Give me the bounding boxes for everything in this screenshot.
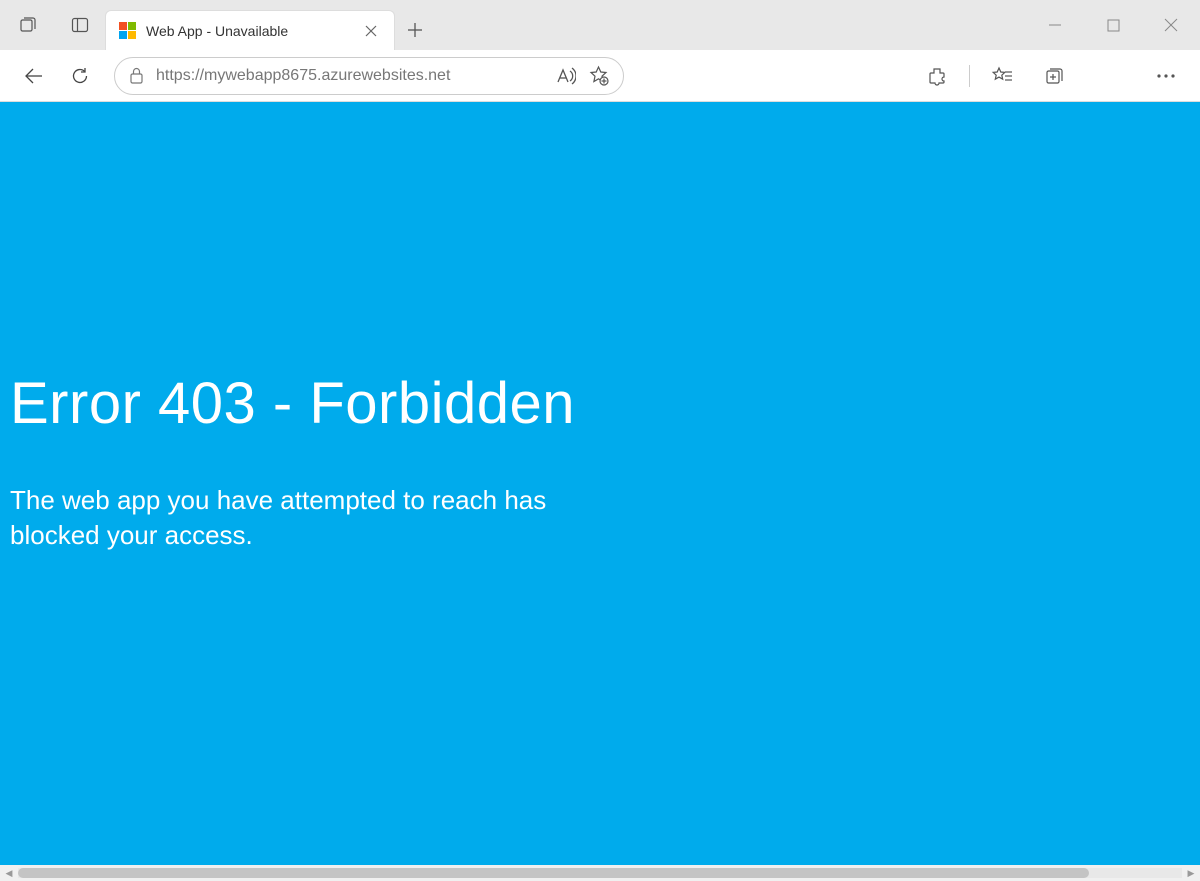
settings-menu-button[interactable]: [1146, 56, 1186, 96]
tab-close-button[interactable]: [360, 20, 382, 42]
window-controls: [1026, 0, 1200, 50]
maximize-icon: [1107, 19, 1120, 32]
toolbar-right: [917, 56, 1186, 96]
page-content: Error 403 - Forbidden The web app you ha…: [0, 102, 1200, 865]
tab-actions-button[interactable]: [0, 0, 55, 50]
minimize-button[interactable]: [1026, 0, 1084, 50]
favicon-microsoft-icon: [118, 22, 136, 40]
titlebar: Web App - Unavailable: [0, 0, 1200, 50]
refresh-button[interactable]: [60, 56, 100, 96]
collections-button[interactable]: [1034, 56, 1074, 96]
window-close-button[interactable]: [1142, 0, 1200, 50]
collections-icon: [1044, 66, 1064, 86]
toolbar: [0, 50, 1200, 102]
error-message: The web app you have attempted to reach …: [10, 483, 630, 553]
address-bar[interactable]: [114, 57, 624, 95]
new-tab-button[interactable]: [395, 10, 435, 50]
back-button[interactable]: [14, 56, 54, 96]
more-icon: [1156, 73, 1176, 79]
extensions-button[interactable]: [917, 56, 957, 96]
close-icon: [365, 25, 377, 37]
browser-tab[interactable]: Web App - Unavailable: [105, 10, 395, 50]
scroll-track[interactable]: [18, 868, 1182, 878]
divider: [969, 65, 970, 87]
arrow-left-icon: [23, 65, 45, 87]
tab-title: Web App - Unavailable: [146, 23, 350, 39]
favorites-button[interactable]: [982, 56, 1022, 96]
read-aloud-icon: [556, 67, 576, 85]
puzzle-icon: [927, 66, 947, 86]
error-title: Error 403 - Forbidden: [10, 102, 1190, 437]
vertical-tabs-button[interactable]: [55, 0, 105, 50]
titlebar-left: Web App - Unavailable: [0, 0, 435, 50]
panel-icon: [70, 15, 90, 35]
minimize-icon: [1048, 18, 1062, 32]
scroll-right-button[interactable]: ▶: [1182, 865, 1200, 881]
scroll-left-button[interactable]: ◀: [0, 865, 18, 881]
favorite-button[interactable]: [588, 65, 609, 86]
scroll-thumb[interactable]: [18, 868, 1089, 878]
horizontal-scrollbar[interactable]: ◀ ▶: [0, 865, 1200, 881]
lock-icon: [129, 67, 144, 84]
star-lines-icon: [991, 66, 1013, 86]
read-aloud-button[interactable]: [556, 67, 576, 85]
tab-actions-icon: [18, 15, 38, 35]
url-input[interactable]: [156, 67, 544, 85]
refresh-icon: [70, 66, 90, 86]
plus-icon: [407, 22, 423, 38]
maximize-button[interactable]: [1084, 0, 1142, 50]
star-add-icon: [588, 65, 609, 86]
close-icon: [1164, 18, 1178, 32]
